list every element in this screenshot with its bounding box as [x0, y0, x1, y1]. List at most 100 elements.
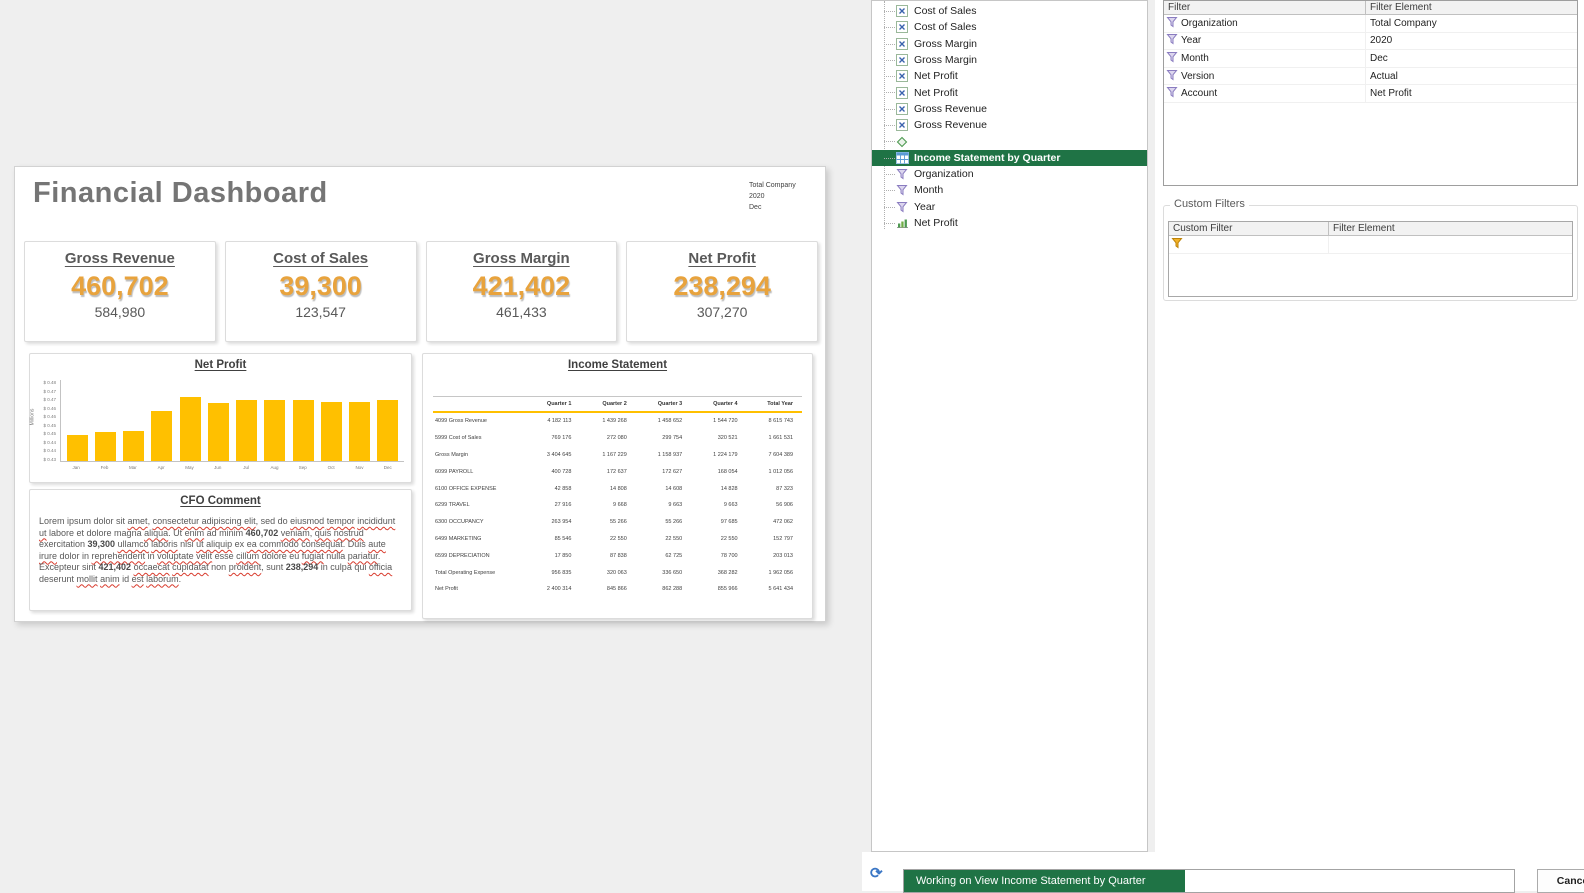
- income-statement-header-cell: Quarter 2: [580, 401, 635, 407]
- tree-item-cost-of-sales[interactable]: Cost of Sales: [872, 3, 1147, 19]
- income-statement-row-label: 5999 Cost of Sales: [433, 435, 525, 441]
- income-statement-row-label: 6299 TRAVEL: [433, 502, 525, 508]
- custom-filter-row[interactable]: [1169, 236, 1572, 254]
- custom-filter-column-header: Custom Filter: [1169, 222, 1329, 235]
- tree-item-gross-revenue[interactable]: Gross Revenue: [872, 101, 1147, 117]
- bar-column-apr: [148, 411, 176, 461]
- kpi-label: Gross Margin: [427, 250, 617, 267]
- income-statement-value: 263 954: [525, 519, 580, 525]
- excel-icon: [896, 87, 910, 99]
- income-statement-value: 8 615 743: [747, 418, 802, 424]
- tree-item-label: Net Profit: [914, 217, 958, 229]
- kpi-prior-value: 307,270: [627, 304, 817, 320]
- filter-row-account[interactable]: AccountNet Profit: [1164, 85, 1577, 103]
- bar-mar: [123, 431, 144, 461]
- filter-element-column-header: Filter Element: [1366, 2, 1577, 13]
- cfo-text-segment: , sed do: [256, 516, 291, 526]
- filters-panel: Filter Filter Element OrganizationTotal …: [1155, 0, 1584, 852]
- income-statement-value: 172 627: [636, 469, 691, 475]
- custom-filter-name-cell: [1169, 236, 1329, 253]
- excel-icon: [896, 70, 910, 82]
- tree-item-gross-revenue[interactable]: Gross Revenue: [872, 117, 1147, 133]
- income-statement-value: 7 604 389: [747, 452, 802, 458]
- income-statement-value: 956 835: [525, 570, 580, 576]
- filter-name-label: Version: [1181, 71, 1214, 82]
- custom-filter-table-header: Custom Filter Filter Element: [1169, 222, 1572, 236]
- cfo-text-segment: enim: [185, 528, 205, 538]
- income-statement-value: 87 323: [747, 486, 802, 492]
- chart-y-tick: $ 0.43: [34, 457, 56, 462]
- income-statement-value: 22 550: [636, 536, 691, 542]
- income-statement-value: 368 282: [691, 570, 746, 576]
- bar-column-may: [176, 397, 204, 461]
- filter-table: Filter Filter Element OrganizationTotal …: [1163, 0, 1578, 186]
- net-profit-bar-chart: [60, 380, 404, 462]
- cfo-text-segment: . Ut: [168, 528, 185, 538]
- tree-connector: [884, 92, 895, 93]
- filter-row-version[interactable]: VersionActual: [1164, 68, 1577, 86]
- tree-connector: [884, 11, 895, 12]
- cfo-text-segment: mollit: [77, 574, 98, 584]
- progress-bar: Working on View Income Statement by Quar…: [903, 869, 1515, 893]
- cfo-text-segment: ut: [39, 528, 47, 538]
- income-statement-value: 769 176: [525, 435, 580, 441]
- cfo-text-segment: ea commodo consequat: [247, 539, 343, 549]
- refresh-icon[interactable]: ⟳: [870, 864, 883, 882]
- bar-nov: [349, 402, 370, 461]
- chart-y-tick: $ 0.44: [34, 448, 56, 453]
- tree-item-label: Year: [914, 201, 935, 213]
- income-statement-value: 320 063: [580, 570, 635, 576]
- chart-y-tick: $ 0.48: [34, 380, 56, 385]
- chart-x-label: Dec: [374, 465, 402, 470]
- income-statement-value: 9 663: [691, 502, 746, 508]
- filter-name-cell: Account: [1164, 85, 1366, 102]
- excel-icon: [896, 38, 910, 50]
- cfo-text-segment: pariatur: [348, 551, 378, 561]
- income-statement-value: 9 668: [580, 502, 635, 508]
- cfo-text-segment: in: [145, 551, 157, 561]
- tree-item-year[interactable]: Year: [872, 199, 1147, 215]
- cfo-text-segment: nisi: [178, 539, 197, 549]
- income-statement-value: 845 866: [580, 586, 635, 592]
- filter-row-month[interactable]: MonthDec: [1164, 50, 1577, 68]
- tree-item-gross-margin[interactable]: Gross Margin: [872, 52, 1147, 68]
- tree-item-net-profit[interactable]: Net Profit: [872, 68, 1147, 84]
- income-statement-row-label: Total Operating Expense: [433, 570, 525, 576]
- kpi-card-gross-revenue: Gross Revenue460,702584,980: [24, 241, 216, 342]
- tree-item-gross-margin[interactable]: Gross Margin: [872, 36, 1147, 52]
- filter-row-organization[interactable]: OrganizationTotal Company: [1164, 15, 1577, 33]
- filter-name-label: Account: [1181, 88, 1217, 99]
- cfo-text-segment: esse: [212, 551, 236, 561]
- income-statement-value: 400 728: [525, 469, 580, 475]
- income-statement-row-6299-travel: 6299 TRAVEL27 9169 6689 6639 66356 906: [433, 497, 802, 514]
- excel-icon: [896, 119, 910, 131]
- tree-item-income-statement-by-quarter[interactable]: Income Statement by Quarter: [872, 150, 1147, 166]
- tree-item-organization[interactable]: Organization: [872, 166, 1147, 182]
- cfo-text-segment: cupidatat: [172, 562, 209, 572]
- cfo-text-segment: dolor in: [57, 551, 92, 561]
- income-statement-header-cell: Total Year: [747, 401, 802, 407]
- chart-title: Net Profit: [30, 359, 411, 371]
- tree-item-net-profit[interactable]: Net Profit: [872, 215, 1147, 231]
- tree-item-month[interactable]: Month: [872, 182, 1147, 198]
- progress-label: Working on View Income Statement by Quar…: [904, 875, 1145, 887]
- tree-connector: [884, 60, 895, 61]
- funnel-icon: [1166, 51, 1178, 66]
- income-statement-value: 97 685: [691, 519, 746, 525]
- chart-x-label: May: [175, 465, 203, 470]
- tree-item-label: Month: [914, 184, 943, 196]
- tree-item-label: Gross Revenue: [914, 103, 987, 115]
- filter-row-year[interactable]: Year2020: [1164, 33, 1577, 51]
- excel-icon: [896, 5, 910, 17]
- cancel-button[interactable]: Cancel: [1537, 869, 1584, 893]
- tree-connector: [884, 158, 895, 159]
- bar-column-sep: [289, 400, 317, 461]
- cfo-text-segment: nostrud: [334, 528, 364, 538]
- tree-item-net-profit[interactable]: Net Profit: [872, 84, 1147, 100]
- custom-filter-rows: [1169, 236, 1572, 254]
- dashboard-sheet: Financial Dashboard Total Company 2020 D…: [14, 166, 826, 622]
- income-statement-header-cell: Quarter 1: [525, 401, 580, 407]
- tree-item-shape[interactable]: [872, 133, 1147, 149]
- tree-item-cost-of-sales[interactable]: Cost of Sales: [872, 19, 1147, 35]
- chart-y-tick: $ 0.47: [34, 389, 56, 394]
